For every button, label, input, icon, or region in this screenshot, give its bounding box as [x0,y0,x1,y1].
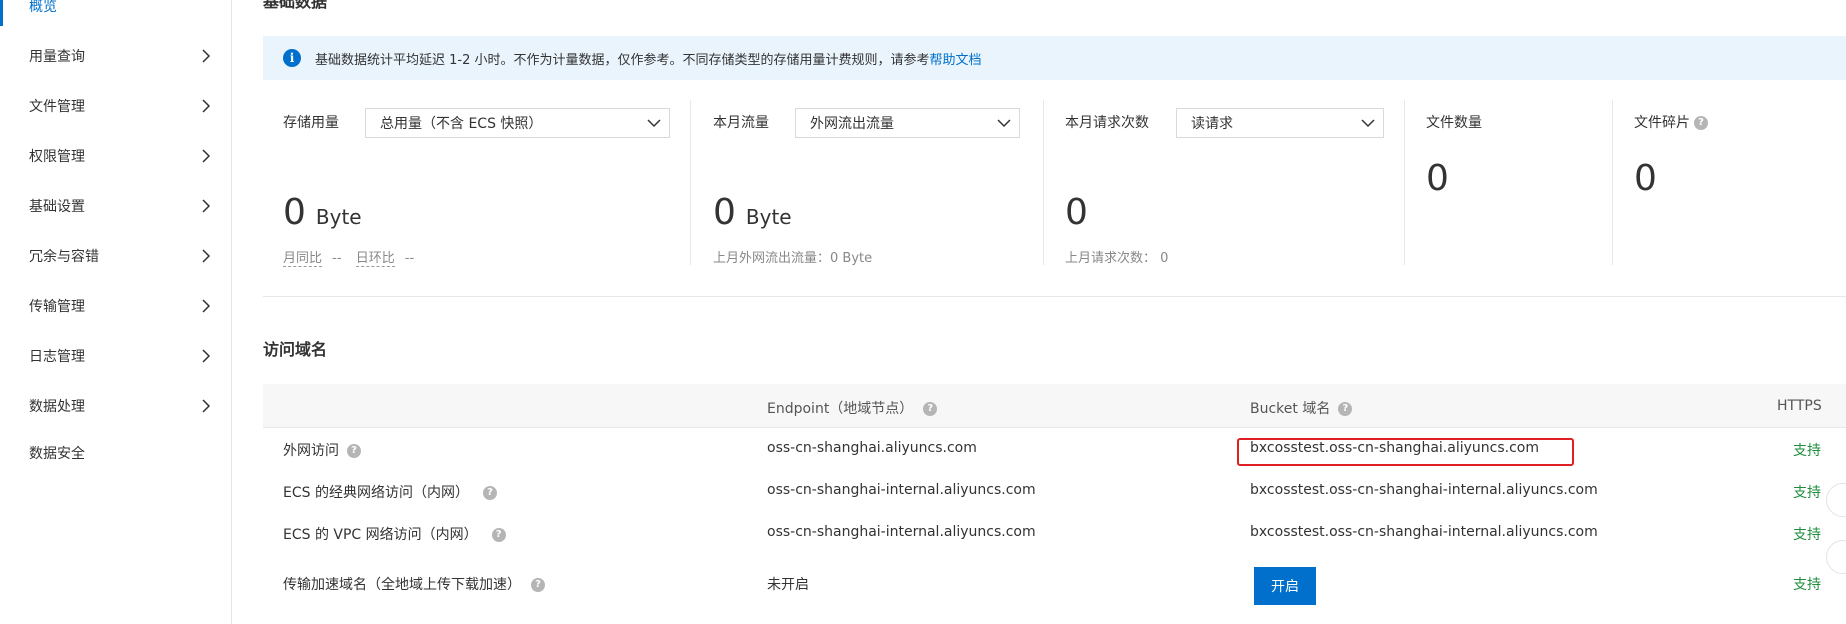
table-header: Endpoint（地域节点）? Bucket 域名? HTTPS [263,384,1846,428]
sidebar-item-data-processing[interactable]: 数据处理 [0,386,231,426]
row-https: 支持 [1793,443,1821,459]
stat-label: 本月请求次数 [1065,115,1149,131]
sidebar: 概览 用量查询 文件管理 权限管理 基础设置 冗余与容错 传输管理 日志管理 数… [0,0,232,624]
chevron-right-icon [202,199,211,213]
chevron-right-icon [202,299,211,313]
row-endpoint: oss-cn-shanghai-internal.aliyuncs.com [767,482,1036,498]
help-doc-link[interactable]: 帮助文档 [930,49,982,68]
traffic-type-select[interactable]: 外网流出流量 [795,108,1020,138]
chevron-down-icon [997,119,1011,128]
table-row: 传输加速域名（全地域上传下载加速）? 未开启 支持 [263,562,1846,604]
stat-value: 0 [1634,158,1657,199]
select-value: 外网流出流量 [810,116,894,132]
sidebar-item-usage[interactable]: 用量查询 [0,36,231,76]
chevron-right-icon [202,349,211,363]
row-name: ECS 的经典网络访问（内网）? [283,482,497,502]
stat-fragments: 文件碎片? 0 [1634,100,1814,268]
sidebar-item-transfer[interactable]: 传输管理 [0,286,231,326]
stat-label: 存储用量 [283,115,339,131]
chevron-right-icon [202,99,211,113]
sidebar-item-label: 数据处理 [29,399,85,415]
sidebar-item-label: 基础设置 [29,199,85,215]
row-name: 外网访问? [283,440,361,460]
storage-type-select[interactable]: 总用量（不含 ECS 快照） [365,108,670,138]
sidebar-item-basic-settings[interactable]: 基础设置 [0,186,231,226]
sidebar-item-redundancy[interactable]: 冗余与容错 [0,236,231,276]
sidebar-item-overview[interactable]: 概览 [0,0,231,26]
sidebar-item-label: 用量查询 [29,49,85,65]
stat-label: 文件数量 [1426,115,1482,131]
row-name: 传输加速域名（全地域上传下载加速）? [283,574,545,594]
help-icon[interactable]: ? [923,402,938,416]
column-header-https: HTTPS [1777,398,1822,414]
help-icon[interactable]: ? [491,528,506,542]
divider [690,100,691,265]
stat-traffic: 本月流量 外网流出流量 0 Byte 上月外网流出流量：0 Byte [713,100,1043,268]
sidebar-item-label: 权限管理 [29,149,85,165]
help-icon[interactable]: ? [531,578,545,592]
sidebar-item-label: 冗余与容错 [29,249,99,265]
stat-label: 本月流量 [713,115,769,131]
column-header-endpoint: Endpoint（地域节点）? [767,398,938,418]
chevron-down-icon [1361,119,1375,128]
sidebar-item-files[interactable]: 文件管理 [0,86,231,126]
table-row: 外网访问? oss-cn-shanghai.aliyuncs.com bxcos… [263,428,1846,470]
enable-acceleration-button[interactable]: 开启 [1254,567,1316,605]
chevron-down-icon [647,119,661,128]
request-type-select[interactable]: 读请求 [1176,108,1384,138]
sidebar-item-data-security[interactable]: 数据安全 [0,433,231,473]
domains-title: 访问域名 [263,340,328,359]
stat-value: 0 [1426,158,1449,199]
help-icon[interactable]: ? [1694,116,1708,130]
chevron-right-icon [202,249,211,263]
stat-files: 文件数量 0 [1426,100,1606,268]
divider [1404,100,1405,265]
row-bucket-domain: bxcosstest.oss-cn-shanghai-internal.aliy… [1250,482,1598,498]
stat-value: 0 [1065,192,1088,233]
section-divider [263,296,1846,297]
table-row: ECS 的 VPC 网络访问（内网）? oss-cn-shanghai-inte… [263,512,1846,554]
row-https: 支持 [1793,577,1821,593]
stat-value: 0 Byte [283,192,362,233]
row-bucket-domain: bxcosstest.oss-cn-shanghai-internal.aliy… [1250,524,1598,540]
chevron-right-icon [202,149,211,163]
select-value: 读请求 [1191,116,1233,132]
basic-data-title: 基础数据 [263,0,328,11]
row-endpoint: oss-cn-shanghai-internal.aliyuncs.com [767,524,1036,540]
sidebar-item-logs[interactable]: 日志管理 [0,336,231,376]
stat-storage: 存储用量 总用量（不含 ECS 快照） 0 Byte 月同比 -- 日环比 -- [283,100,683,268]
stat-value: 0 Byte [713,192,792,233]
table-row: ECS 的经典网络访问（内网）? oss-cn-shanghai-interna… [263,470,1846,512]
stat-comparison: 上月请求次数： 0 [1065,251,1169,266]
row-name: ECS 的 VPC 网络访问（内网）? [283,524,506,544]
main-content: 基础数据 i 基础数据统计平均延迟 1-2 小时。不作为计量数据，仅作参考。不同… [233,0,1846,624]
notice-text: 基础数据统计平均延迟 1-2 小时。不作为计量数据，仅作参考。不同存储类型的存储… [315,52,930,68]
sidebar-item-label: 日志管理 [29,349,85,365]
chevron-right-icon [202,399,211,413]
info-icon: i [283,49,301,67]
sidebar-item-label: 数据安全 [29,446,85,462]
stat-requests: 本月请求次数 读请求 0 上月请求次数： 0 [1065,100,1395,268]
row-https: 支持 [1793,527,1821,543]
row-endpoint: 未开启 [767,577,809,593]
info-notice: i 基础数据统计平均延迟 1-2 小时。不作为计量数据，仅作参考。不同存储类型的… [263,36,1846,80]
stat-comparison: 月同比 -- 日环比 -- [283,251,415,267]
sidebar-item-label: 传输管理 [29,299,85,315]
help-icon[interactable]: ? [482,486,497,500]
row-endpoint: oss-cn-shanghai.aliyuncs.com [767,440,977,456]
divider [1612,100,1613,265]
chevron-right-icon [202,49,211,63]
sidebar-item-label: 概览 [29,0,57,15]
divider [1043,100,1044,265]
sidebar-item-label: 文件管理 [29,99,85,115]
stat-comparison: 上月外网流出流量：0 Byte [713,251,873,266]
help-icon[interactable]: ? [1338,402,1353,416]
select-value: 总用量（不含 ECS 快照） [380,116,543,132]
column-header-bucket: Bucket 域名? [1250,398,1353,418]
row-https: 支持 [1793,485,1821,501]
help-icon[interactable]: ? [347,444,361,458]
stat-label: 文件碎片? [1634,112,1708,132]
sidebar-item-permissions[interactable]: 权限管理 [0,136,231,176]
highlight-annotation [1237,438,1574,466]
